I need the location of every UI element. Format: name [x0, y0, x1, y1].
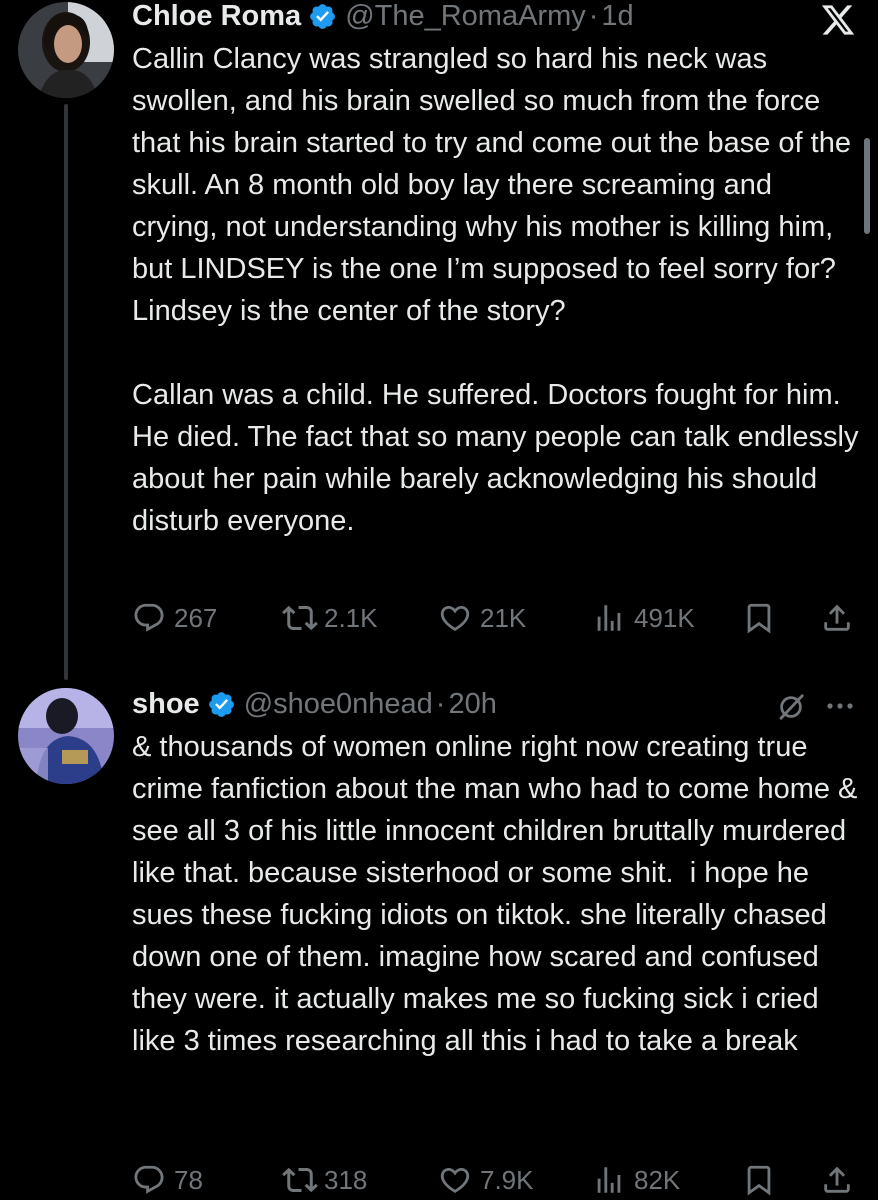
verified-badge-icon [310, 3, 336, 29]
views-icon [597, 605, 621, 631]
reply-icon [134, 603, 164, 632]
reply-icon [134, 1165, 164, 1194]
reply-count: 267 [174, 602, 218, 633]
tweet-text: Callin Clancy was strangled so hard his … [132, 43, 859, 537]
avatar-chloe-roma[interactable] [18, 2, 114, 98]
thread-connector [64, 104, 68, 680]
views-button[interactable]: 82K [592, 1160, 680, 1200]
like-button[interactable]: 21K [438, 598, 526, 638]
like-button[interactable]: 7.9K [438, 1160, 534, 1200]
verified-badge-icon [208, 691, 234, 717]
repost-button[interactable]: 2.1K [282, 598, 378, 638]
display-name[interactable]: shoe [132, 688, 200, 721]
bookmark-button[interactable] [742, 598, 776, 638]
heart-icon [440, 1167, 470, 1193]
display-name[interactable]: Chloe Roma [132, 0, 301, 33]
tweet-1: Chloe Roma @The_RomaArmy · 1d Callin Cla… [0, 0, 878, 680]
bookmark-icon [747, 603, 771, 634]
repost-icon [282, 605, 318, 631]
tweet-actions: 267 2.1K 21K 491K [132, 598, 862, 638]
repost-icon [282, 1167, 318, 1193]
reply-button[interactable]: 78 [132, 1160, 203, 1200]
views-button[interactable]: 491K [592, 598, 695, 638]
handle[interactable]: @The_RomaArmy [345, 0, 586, 33]
views-count: 82K [634, 1164, 681, 1195]
timestamp[interactable]: 20h [448, 688, 496, 721]
views-icon [597, 1167, 621, 1193]
tweet-text: & thousands of women online right now cr… [132, 731, 866, 1057]
grok-icon[interactable] [776, 692, 806, 722]
separator-dot: · [435, 687, 446, 720]
bookmark-icon [747, 1165, 771, 1196]
views-count: 491K [634, 602, 695, 633]
share-button[interactable] [820, 598, 854, 638]
tweet-header: Chloe Roma @The_RomaArmy · 1d [132, 0, 634, 36]
tweet-2: shoe @shoe0nhead · 20h & thousands of wo… [0, 680, 878, 1200]
like-count: 21K [480, 602, 527, 633]
reply-button[interactable]: 267 [132, 598, 217, 638]
handle[interactable]: @shoe0nhead [244, 688, 433, 721]
x-logo-icon[interactable] [818, 2, 858, 38]
share-icon [824, 1166, 850, 1193]
like-count: 7.9K [480, 1164, 534, 1195]
reply-count: 78 [174, 1164, 203, 1195]
share-button[interactable] [820, 1160, 854, 1200]
tweet-header: shoe @shoe0nhead · 20h [132, 684, 497, 724]
repost-count: 2.1K [324, 602, 378, 633]
avatar-shoe[interactable] [18, 688, 114, 784]
bookmark-button[interactable] [742, 1160, 776, 1200]
timestamp[interactable]: 1d [601, 0, 633, 33]
repost-button[interactable]: 318 [282, 1160, 367, 1200]
scrollbar-thumb[interactable] [864, 138, 870, 234]
share-icon [824, 604, 850, 631]
heart-icon [440, 605, 470, 631]
more-icon[interactable] [822, 696, 858, 716]
separator-dot: · [588, 0, 599, 32]
tweet-actions: 78 318 7.9K 82K [132, 1160, 862, 1200]
repost-count: 318 [324, 1164, 368, 1195]
